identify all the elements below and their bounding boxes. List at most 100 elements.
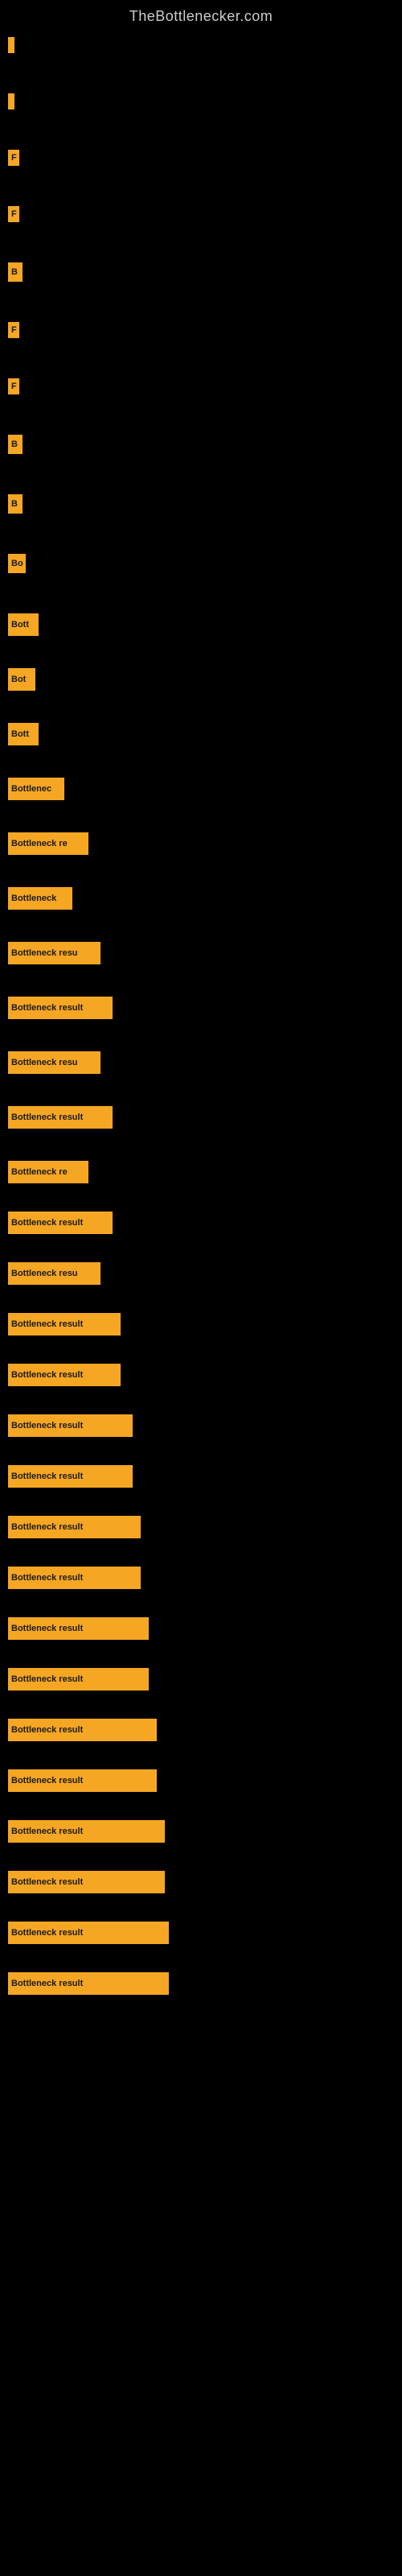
bar: Bo [8, 554, 26, 573]
bar-label: Bottleneck result [11, 1113, 83, 1122]
bar-row: Bottleneck result [8, 997, 402, 1019]
bar: Bottleneck result [8, 1617, 149, 1640]
bar: Bottleneck result [8, 1668, 149, 1690]
bar: B [8, 435, 23, 454]
bar-row: F [8, 206, 402, 222]
bar: Bottleneck result [8, 1364, 121, 1386]
bar-label: Bottleneck result [11, 1725, 83, 1735]
bar-label: Bot [11, 675, 26, 684]
bar-label: Bottleneck result [11, 1319, 83, 1329]
bar [8, 93, 14, 109]
bar: F [8, 322, 19, 338]
bar-label: Bottleneck result [11, 1979, 83, 1988]
bar: Bot [8, 668, 35, 691]
bar: Bottleneck result [8, 1769, 157, 1792]
bar-label: Bottleneck result [11, 1472, 83, 1481]
bar-label: Bottleneck resu [11, 948, 78, 958]
bar-row: Bottleneck re [8, 1161, 402, 1183]
bar-label: F [11, 153, 17, 163]
bar-row: Bottleneck result [8, 1414, 402, 1437]
bar-row: Bott [8, 613, 402, 636]
bar: Bottleneck result [8, 1972, 169, 1995]
bar-label: B [11, 499, 18, 509]
bar-row: Bottleneck result [8, 1567, 402, 1589]
bar: Bottleneck result [8, 1106, 113, 1129]
bar-row: Bo [8, 554, 402, 573]
bar: Bottleneck result [8, 1922, 169, 1944]
bar-label: F [11, 325, 17, 335]
bar-row [8, 93, 402, 109]
bar: Bottleneck [8, 887, 72, 910]
bar: Bottleneck result [8, 1414, 133, 1437]
bar-row: B [8, 262, 402, 282]
bar-label: Bottleneck [11, 894, 56, 903]
bar-row: F [8, 150, 402, 166]
bar: Bottlenec [8, 778, 64, 800]
bar: Bottleneck result [8, 1313, 121, 1335]
bar-label: Bottleneck result [11, 1827, 83, 1836]
bar-row: B [8, 435, 402, 454]
bar: Bott [8, 723, 39, 745]
bar-label: F [11, 382, 17, 391]
bar-label: Bottleneck result [11, 1421, 83, 1430]
bar-label: F [11, 209, 17, 219]
bar: B [8, 262, 23, 282]
bar-row: Bottleneck result [8, 1668, 402, 1690]
bar-row [8, 37, 402, 53]
bar-label: Bottleneck result [11, 1573, 83, 1583]
bar: F [8, 378, 19, 394]
bars-container: F F B F F B B Bo Bott Bot Bott Bottlenec Bottleneck … [0, 29, 402, 2023]
bar: Bottleneck result [8, 1516, 141, 1538]
bar: Bottleneck result [8, 1212, 113, 1234]
bar: Bottleneck result [8, 1465, 133, 1488]
bar-row: Bottleneck result [8, 1106, 402, 1129]
bar-row: Bottleneck resu [8, 942, 402, 964]
bar: Bott [8, 613, 39, 636]
bar-row: Bottleneck result [8, 1769, 402, 1792]
bar-row: Bottlenec [8, 778, 402, 800]
bar-row: Bottleneck result [8, 1820, 402, 1843]
bar-row: Bottleneck resu [8, 1051, 402, 1074]
bar-label: Bottleneck result [11, 1624, 83, 1633]
bar-row: Bottleneck result [8, 1871, 402, 1893]
bar: B [8, 494, 23, 514]
bar-label: B [11, 267, 18, 277]
bar-label: Bottleneck result [11, 1674, 83, 1684]
bar: Bottleneck result [8, 1719, 157, 1741]
bar-label: Bottleneck resu [11, 1058, 78, 1067]
bar-row: Bottleneck result [8, 1313, 402, 1335]
bar: Bottleneck result [8, 1820, 165, 1843]
bar-label: Bottleneck result [11, 1522, 83, 1532]
bar-row: Bottleneck result [8, 1617, 402, 1640]
bar-row: Bottleneck result [8, 1719, 402, 1741]
bar-label: Bottleneck result [11, 1003, 83, 1013]
bar-label: Bottleneck result [11, 1928, 83, 1938]
bar: Bottleneck result [8, 1871, 165, 1893]
bar-label: Bottleneck result [11, 1370, 83, 1380]
bar: Bottleneck result [8, 997, 113, 1019]
bar-label: Bott [11, 620, 29, 630]
bar-row: Bot [8, 668, 402, 691]
bar-label: B [11, 440, 18, 449]
bar-label: Bottleneck result [11, 1776, 83, 1785]
bar: Bottleneck resu [8, 1051, 100, 1074]
bar-label: Bottleneck resu [11, 1269, 78, 1278]
bar-row: Bottleneck result [8, 1364, 402, 1386]
bar: F [8, 206, 19, 222]
bar-row: B [8, 494, 402, 514]
site-title: TheBottlenecker.com [0, 0, 402, 29]
bar: Bottleneck re [8, 1161, 88, 1183]
bar-row: Bottleneck result [8, 1972, 402, 1995]
bar-label: Bottleneck result [11, 1218, 83, 1228]
bar: Bottleneck resu [8, 1262, 100, 1285]
bar: Bottleneck re [8, 832, 88, 855]
bar-row: Bottleneck re [8, 832, 402, 855]
bar-row: Bottleneck result [8, 1212, 402, 1234]
bar-label: Bottleneck re [11, 839, 68, 848]
bar-label: Bo [11, 559, 23, 568]
bar: Bottleneck result [8, 1567, 141, 1589]
bar [8, 37, 14, 53]
bar: Bottleneck resu [8, 942, 100, 964]
bar-label: Bottleneck re [11, 1167, 68, 1177]
bar-row: F [8, 322, 402, 338]
